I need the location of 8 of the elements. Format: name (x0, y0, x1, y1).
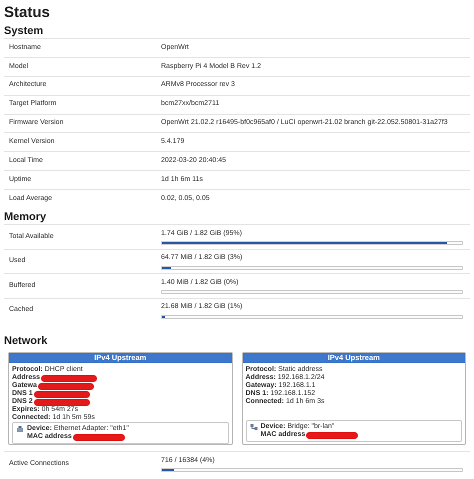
section-heading: Memory (4, 210, 48, 224)
section-heading: Network (4, 334, 48, 348)
section-heading: System (4, 24, 44, 38)
redaction-mark (72, 434, 125, 441)
redaction-mark (306, 432, 358, 439)
bridge-icon (250, 423, 258, 432)
page-title: Status (4, 4, 51, 22)
network-port-icon (16, 425, 24, 434)
